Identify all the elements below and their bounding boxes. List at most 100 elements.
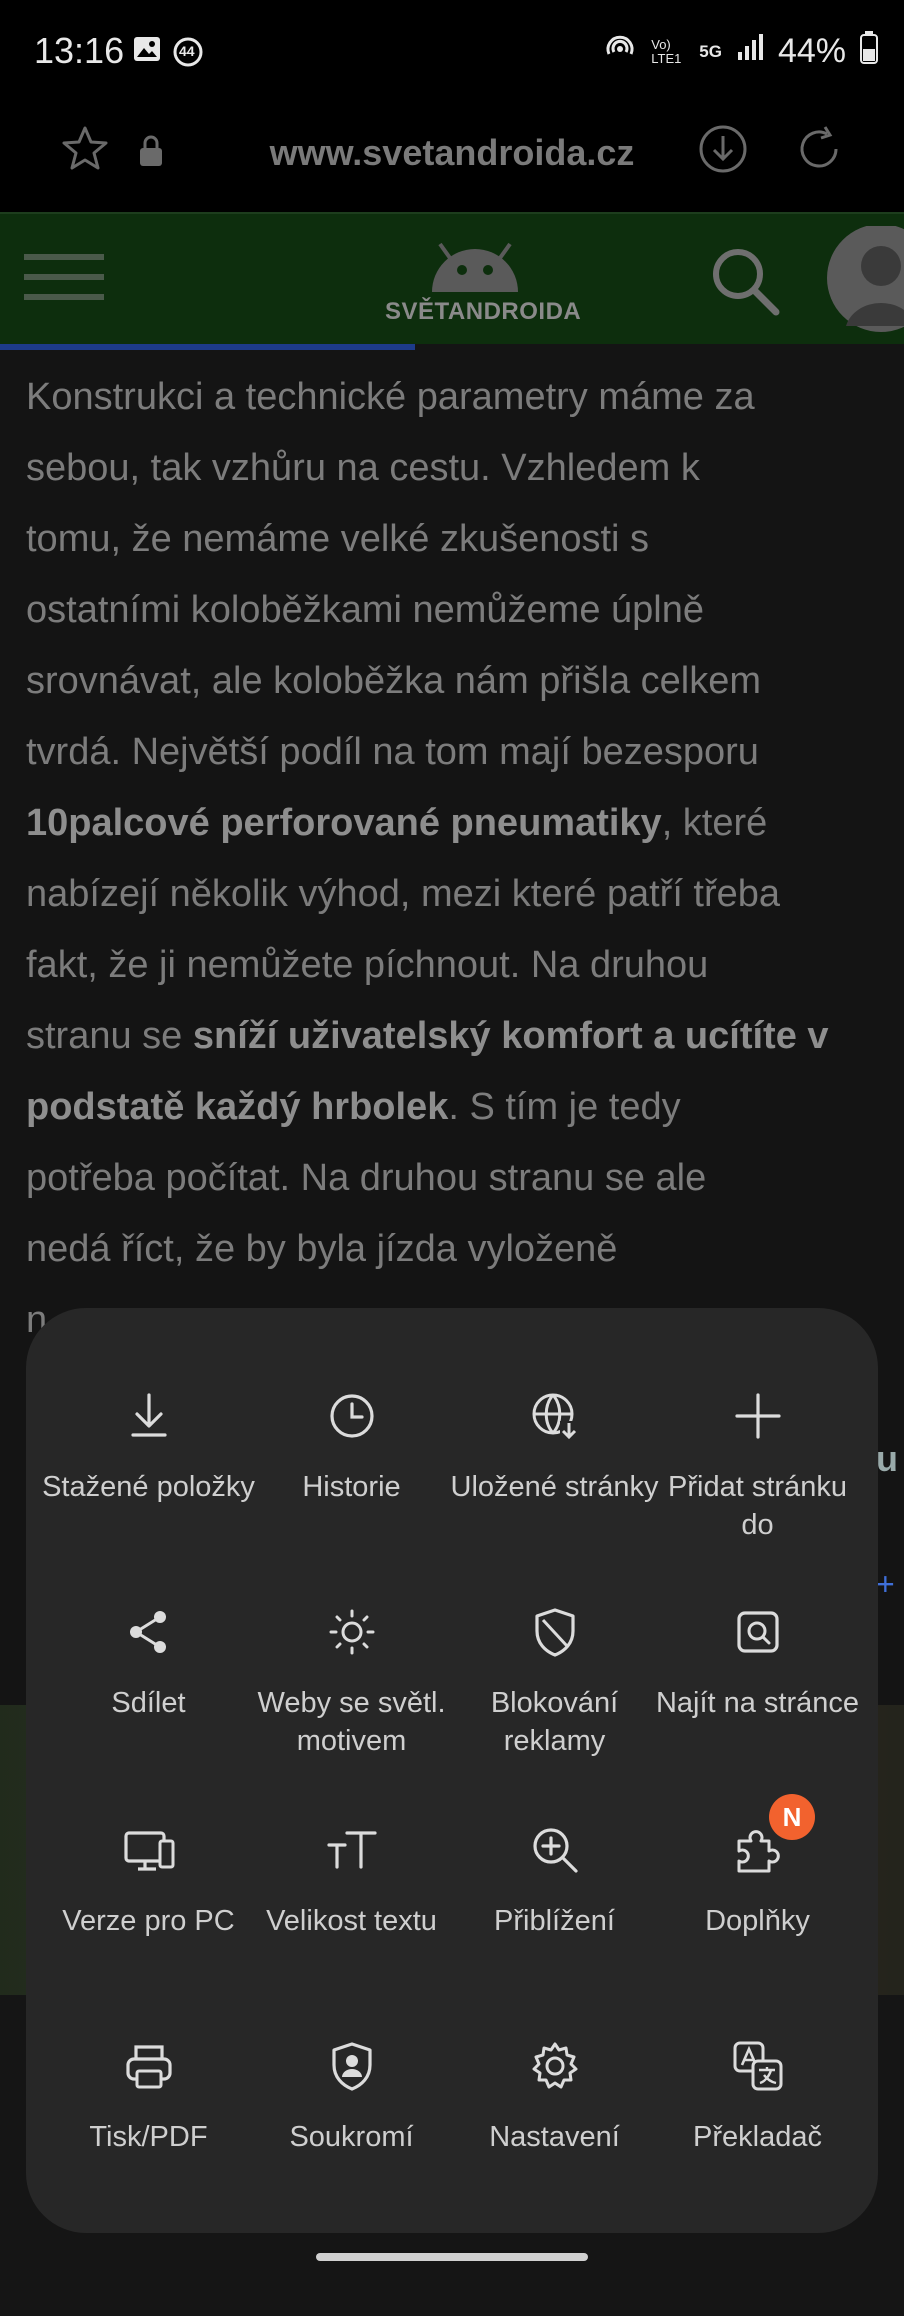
menu-item-label: Weby se světl. motivem: [257, 1687, 446, 1757]
battery-percent: 44%: [777, 32, 846, 70]
find-in-page-icon: [651, 1600, 864, 1664]
menu-item-saved-pages[interactable]: Uložené stránky: [448, 1384, 661, 1506]
site-header: SVĚTANDROIDA: [0, 212, 904, 350]
menu-item-clock[interactable]: Historie: [245, 1384, 458, 1506]
article-text: stranu se: [26, 1015, 193, 1057]
article-line: ostatními koloběžkami nemůžeme úplně: [26, 575, 904, 646]
clock-icon: [245, 1384, 458, 1448]
menu-item-label: Nastavení: [489, 2121, 620, 2153]
article-line: Konstrukci a technické parametry máme za: [26, 362, 904, 433]
menu-item-translate[interactable]: Překladač: [651, 2034, 864, 2156]
url-bar: www.svetandroida.cz: [0, 100, 904, 212]
menu-item-label: Překladač: [693, 2121, 822, 2153]
zoom-in-icon: [448, 1818, 661, 1882]
menu-item-label: Přiblížení: [494, 1905, 615, 1937]
page-load-progress: [0, 344, 415, 350]
menu-item-share[interactable]: Sdílet: [42, 1600, 255, 1722]
menu-item-text-size[interactable]: Velikost textu: [245, 1818, 458, 1940]
menu-item-desktop[interactable]: Verze pro PC: [42, 1818, 255, 1940]
menu-item-label: Verze pro PC: [62, 1905, 235, 1937]
article-line: 10palcové perforované pneumatiky, které: [26, 788, 904, 859]
menu-item-label: Velikost textu: [266, 1905, 437, 1937]
menu-item-label: Blokování reklamy: [490, 1687, 619, 1757]
notification-count: 44: [179, 43, 195, 59]
battery-icon: [860, 30, 878, 73]
article-line: stranu se sníží uživatelský komfort a uc…: [26, 1001, 904, 1072]
article-text: tomu, že nemáme velké zkušenosti s: [26, 518, 650, 560]
avatar[interactable]: [826, 224, 904, 341]
text-size-icon: [245, 1818, 458, 1882]
article-line: tvrdá. Největší podíl na tom mají bezesp…: [26, 717, 904, 788]
article-bold-text: sníží uživatelský komfort a ucítíte v: [192, 1015, 829, 1057]
menu-item-label: Najít na stránce: [655, 1687, 860, 1719]
search-icon[interactable]: [708, 244, 784, 325]
menu-item-plus[interactable]: Přidat stránku do: [651, 1384, 864, 1544]
gear-icon: [448, 2034, 661, 2098]
printer-icon: [42, 2034, 255, 2098]
article-text: , které: [661, 802, 768, 844]
menu-item-shield[interactable]: Blokování reklamy: [448, 1600, 661, 1760]
article-text: sebou, tak vzhůru na cestu. Vzhledem k: [26, 447, 700, 489]
hotspot-icon: [603, 30, 637, 73]
notification-count-icon: 44: [172, 36, 204, 73]
url-text[interactable]: www.svetandroida.cz: [0, 132, 904, 174]
menu-item-label: Stažené položky: [42, 1471, 255, 1503]
article-line: tomu, že nemáme velké zkušenosti s: [26, 504, 904, 575]
site-logo-text: SVĚTANDROIDA: [385, 298, 582, 325]
plus-icon: [651, 1384, 864, 1448]
menu-item-label: Uložené stránky: [450, 1471, 659, 1503]
article-text: ostatními koloběžkami nemůžeme úplně: [26, 589, 705, 631]
menu-item-find-in-page[interactable]: Najít na stránce: [651, 1600, 864, 1722]
menu-item-download[interactable]: Stažené položky: [42, 1384, 255, 1506]
article-line: podstatě každý hrbolek. S tím je tedy: [26, 1072, 904, 1143]
shield-icon: [448, 1600, 661, 1664]
menu-item-label: Soukromí: [289, 2121, 414, 2153]
site-logo-icon[interactable]: [410, 228, 540, 303]
article-body: Konstrukci a technické parametry máme za…: [26, 362, 904, 1356]
home-indicator[interactable]: [316, 2253, 588, 2261]
status-bar: 13:16 44 Vo) LTE1 5G 44%: [0, 0, 904, 100]
menu-item-gear[interactable]: Nastavení: [448, 2034, 661, 2156]
translate-icon: [651, 2034, 864, 2098]
download-page-icon[interactable]: [696, 122, 750, 181]
menu-item-printer[interactable]: Tisk/PDF: [42, 2034, 255, 2156]
menu-item-label: Historie: [302, 1471, 401, 1503]
new-badge: N: [769, 1794, 815, 1840]
article-text: srovnávat, ale koloběžka nám přišla celk…: [26, 660, 762, 702]
saved-pages-icon: [448, 1384, 661, 1448]
article-bold-text: 10palcové perforované pneumatiky: [26, 802, 662, 844]
browser-menu-panel: Stažené položky Historie Uložené stránky Př…: [26, 1308, 878, 2233]
article-line: srovnávat, ale koloběžka nám přišla celk…: [26, 646, 904, 717]
menu-item-puzzle[interactable]: N Doplňky: [651, 1794, 864, 1940]
article-text: fakt, že ji nemůžete píchnout. Na druhou: [26, 944, 709, 986]
share-icon: [42, 1600, 255, 1664]
article-peek-plus: +: [876, 1566, 895, 1602]
reload-icon[interactable]: [792, 122, 846, 181]
image-notification-icon: [132, 34, 162, 69]
article-line: potřeba počítat. Na druhou stranu se ale: [26, 1143, 904, 1214]
hamburger-menu-icon[interactable]: [24, 250, 104, 311]
article-text: nabízejí několik výhod, mezi které patří…: [26, 873, 781, 915]
article-line: nabízejí několik výhod, mezi které patří…: [26, 859, 904, 930]
article-text: tvrdá. Největší podíl na tom mají bezesp…: [26, 731, 759, 773]
menu-item-label: Doplňky: [705, 1905, 810, 1937]
menu-item-zoom-in[interactable]: Přiblížení: [448, 1818, 661, 1940]
menu-item-label: Tisk/PDF: [89, 2121, 208, 2153]
article-peek-text: u: [876, 1438, 898, 1479]
sun-icon: [245, 1600, 458, 1664]
network-type: 5G: [699, 41, 722, 61]
article-line: nedá říct, že by byla jízda vyloženě: [26, 1214, 904, 1285]
article-bold-text: podstatě každý hrbolek: [26, 1086, 449, 1128]
menu-item-privacy-shield[interactable]: Soukromí: [245, 2034, 458, 2156]
menu-item-sun[interactable]: Weby se světl. motivem: [245, 1600, 458, 1760]
puzzle-icon: N: [651, 1794, 864, 1882]
article-text: nedá říct, že by byla jízda vyloženě: [26, 1228, 618, 1270]
article-text: potřeba počítat. Na druhou stranu se ale: [26, 1157, 707, 1199]
menu-item-label: Sdílet: [111, 1687, 186, 1719]
article-line: sebou, tak vzhůru na cestu. Vzhledem k: [26, 433, 904, 504]
download-icon: [42, 1384, 255, 1448]
privacy-shield-icon: [245, 2034, 458, 2098]
menu-item-label: Přidat stránku do: [668, 1471, 847, 1541]
article-line: fakt, že ji nemůžete píchnout. Na druhou: [26, 930, 904, 1001]
article-text: Konstrukci a technické parametry máme za: [26, 376, 755, 418]
